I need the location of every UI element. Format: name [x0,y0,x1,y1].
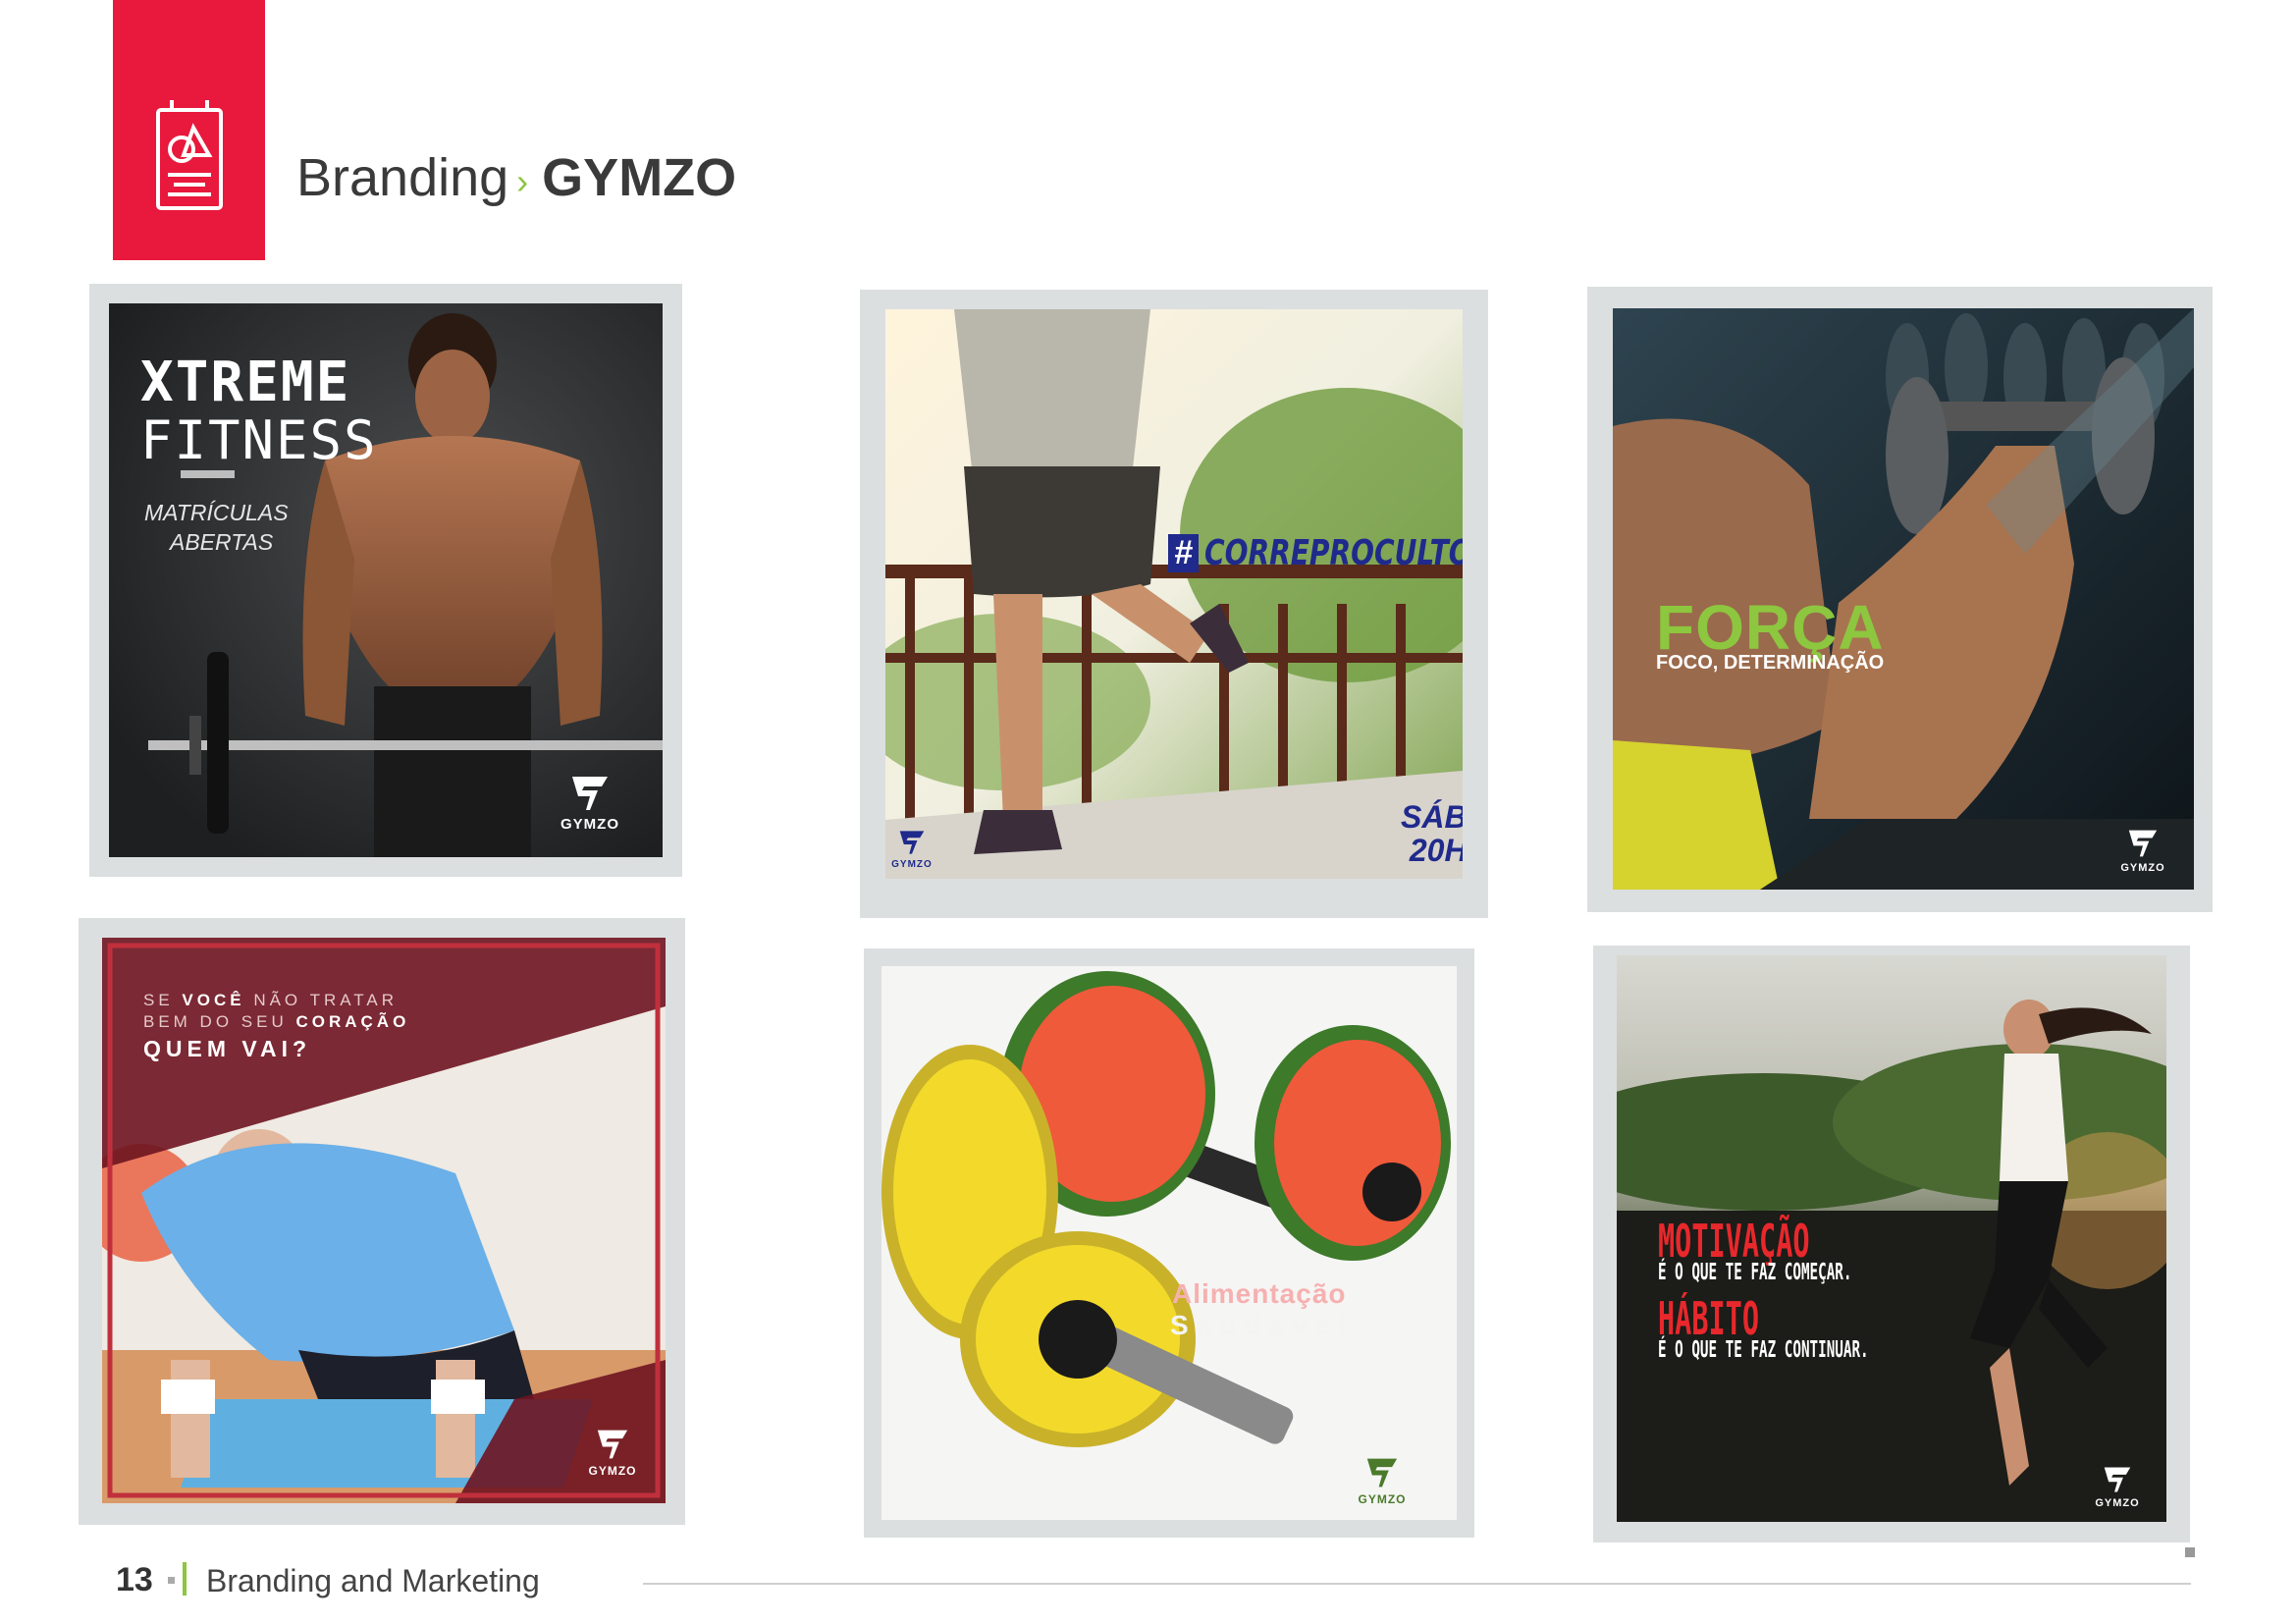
forca-subline: FOCO, DETERMINAÇÃO [1656,652,1885,674]
post-frame-motivacao: MOTIVAÇÃO É O QUE TE FAZ COMEÇAR. HÁBITO… [1593,946,2190,1543]
gymzo-logo: GYMZO [2088,1466,2147,1509]
post-alimentacao: Alimentação Saudável GYMZO [881,966,1457,1520]
gymzo-logo-text: GYMZO [2095,1497,2140,1509]
footer-marker [2185,1547,2195,1557]
gymzo-logo-text: GYMZO [2120,862,2165,874]
post-correproculto: # CORREPROCULTO SÁB 20H GYMZO [885,309,1463,879]
xtreme-subline-1: MATRÍCULAS [144,500,289,525]
coracao-line-2b: CORAÇÃO [295,1012,410,1031]
footer-divider [643,1583,2191,1585]
post-coracao: SE VOCÊ NÃO TRATAR BEM DO SEU CORAÇÃO QU… [102,938,666,1503]
xtreme-headline: XTREME [140,351,351,414]
event-day: SÁB [1401,799,1463,835]
hash-badge: # [1168,534,1199,572]
post-forca: FORÇA FOCO, DETERMINAÇÃO GYMZO [1613,308,2194,890]
correproculto-hashtag: # CORREPROCULTO [1168,533,1463,573]
page-number: 13 [116,1561,153,1598]
motivacao-subline: É O QUE TE FAZ COMEÇAR. [1658,1260,1852,1285]
gymzo-logo-icon [2104,1467,2131,1492]
breadcrumb-brand: GYMZO [542,148,737,207]
gymzo-logo: GYMZO [2113,829,2172,874]
gymzo-logo-icon [572,777,608,810]
gymzo-logo-icon [899,831,925,854]
gymzo-logo-text: GYMZO [588,1464,637,1478]
gymzo-logo-icon [2128,830,2158,857]
fitness-headline: FITNESS [140,409,378,471]
coracao-line-1a: SE [143,991,183,1009]
event-time: 20H [1409,833,1463,868]
gymzo-logo-text: GYMZO [891,859,933,870]
post-frame-coracao: SE VOCÊ NÃO TRATAR BEM DO SEU CORAÇÃO QU… [79,918,685,1525]
xtreme-subline-2: ABERTAS [170,529,274,555]
coracao-line-1: SE VOCÊ NÃO TRATAR [143,991,398,1010]
gymzo-logo: GYMZO [551,775,629,833]
alimentacao-line-2: Saudável [1170,1310,1354,1340]
coracao-line-2a: BEM DO SEU [143,1012,296,1031]
habito-subline: É O QUE TE FAZ CONTINUAR. [1658,1337,1869,1363]
section-tab [113,0,265,260]
coracao-headline: QUEM VAI? [143,1036,312,1061]
post-frame-corre: # CORREPROCULTO SÁB 20H GYMZO [860,290,1488,918]
post-frame-alimentacao: Alimentação Saudável GYMZO [864,948,1474,1538]
footer-dot [168,1577,175,1584]
poster-shapes-icon [156,100,223,210]
hashtag-text: CORREPROCULTO [1203,533,1463,573]
fruit-dumbbells-image [881,966,1457,1520]
gymzo-logo-icon [597,1430,628,1459]
gymzo-logo-icon [1366,1458,1398,1488]
page-title: Branding › GYMZO [296,147,736,208]
coracao-line-1c: NÃO TRATAR [244,991,399,1009]
post-frame-xtreme: XTREME FITNESS MATRÍCULAS ABERTAS GYMZO [89,284,682,877]
gymzo-logo: GYMZO [583,1429,642,1478]
coracao-line-2: BEM DO SEU CORAÇÃO [143,1012,409,1032]
post-motivacao: MOTIVAÇÃO É O QUE TE FAZ COMEÇAR. HÁBITO… [1617,955,2166,1522]
gymzo-logo-text: GYMZO [1358,1492,1407,1506]
gymzo-logo-text: GYMZO [561,816,619,833]
runner-image [885,309,1463,879]
gymzo-logo: GYMZO [887,830,936,870]
event-datetime: SÁB 20H [1401,800,1463,867]
post-xtreme-fitness: XTREME FITNESS MATRÍCULAS ABERTAS GYMZO [109,303,663,857]
breadcrumb-separator: › [516,160,529,201]
gymzo-logo: GYMZO [1353,1457,1412,1506]
footer-title: Branding and Marketing [206,1563,540,1598]
alimentacao-line-1: Alimentação [1172,1278,1347,1309]
coracao-line-1b: VOCÊ [182,991,245,1009]
footer-accent-bar [183,1562,187,1596]
breadcrumb-section: Branding [296,148,509,207]
post-frame-forca: FORÇA FOCO, DETERMINAÇÃO GYMZO [1587,287,2213,912]
